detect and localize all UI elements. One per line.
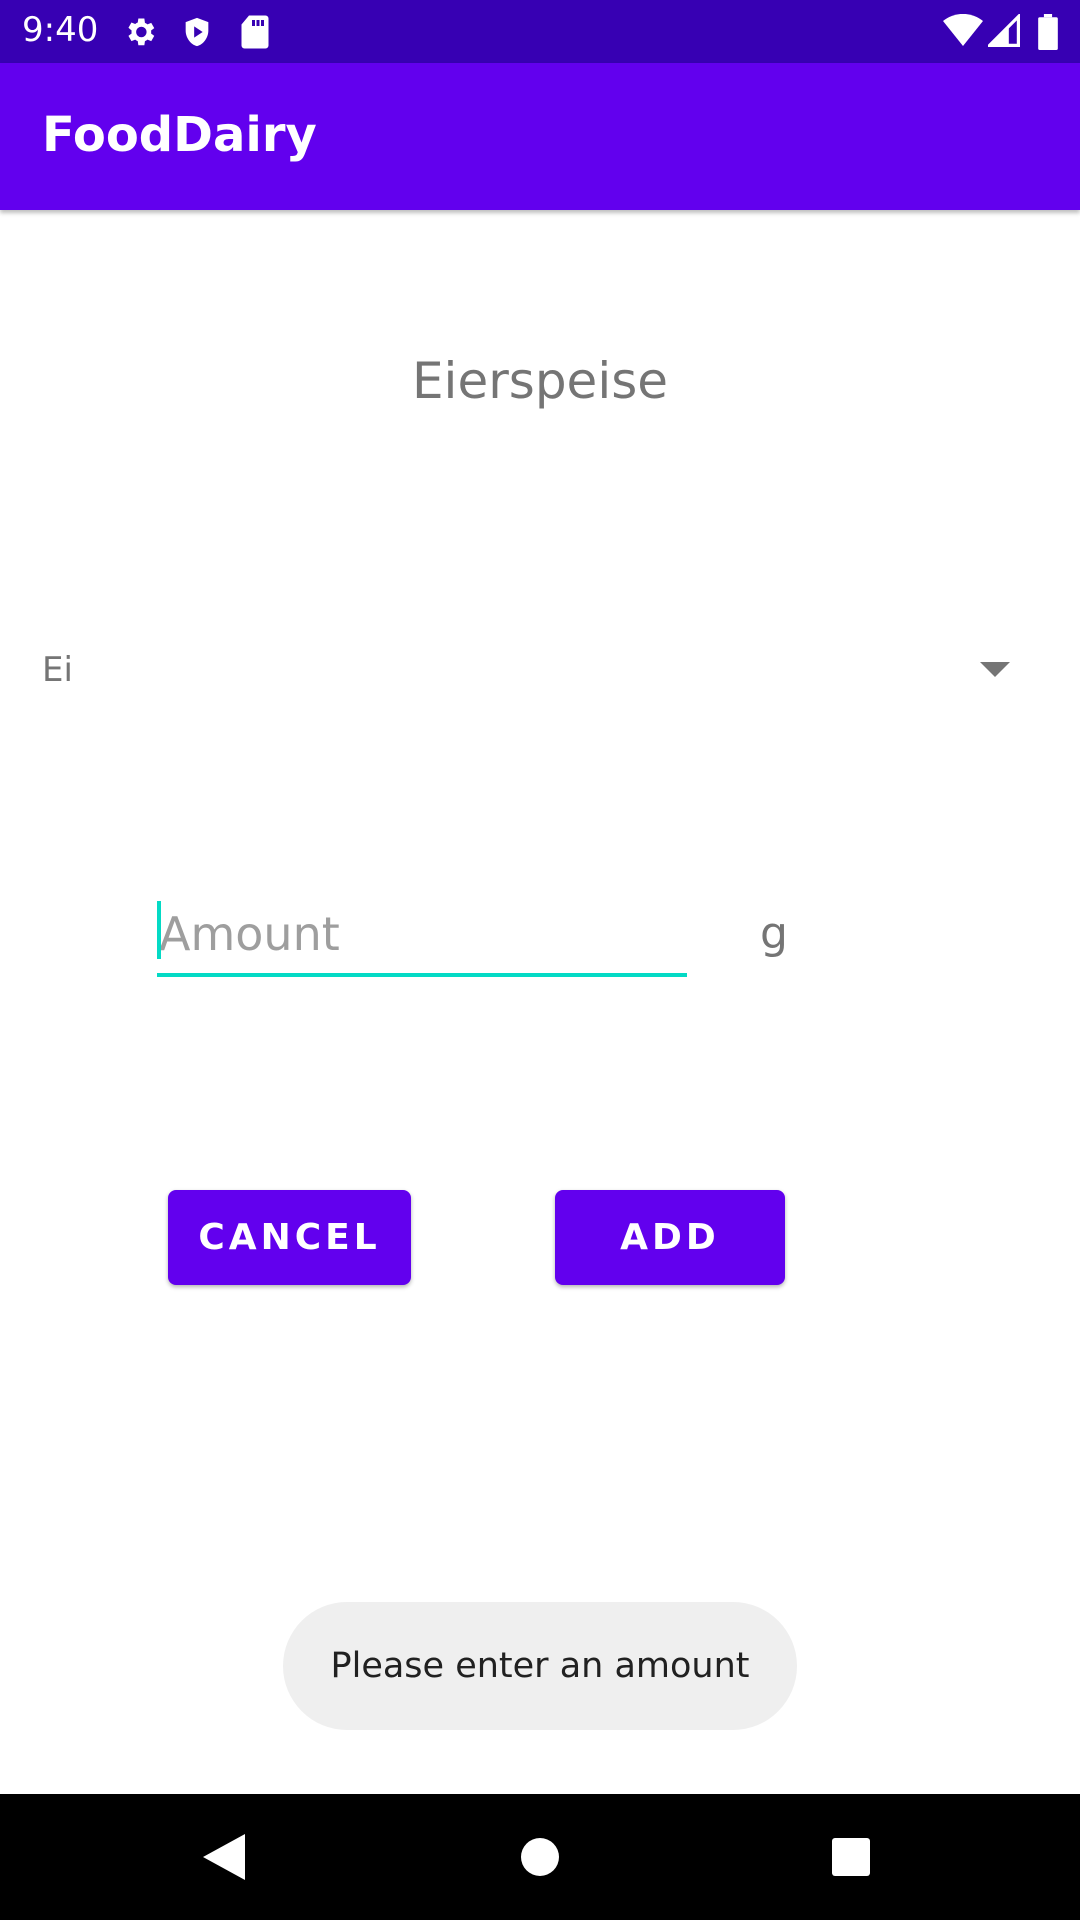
dropdown-arrow-icon bbox=[980, 662, 1010, 682]
back-icon[interactable] bbox=[203, 1834, 245, 1884]
shield-icon bbox=[180, 14, 214, 50]
amount-input[interactable] bbox=[157, 895, 687, 977]
battery-icon bbox=[1038, 14, 1058, 50]
wifi-icon bbox=[943, 14, 983, 48]
cell-signal-icon bbox=[988, 14, 1020, 48]
recents-icon[interactable] bbox=[830, 1834, 872, 1884]
amount-field bbox=[157, 895, 687, 977]
status-time: 9:40 bbox=[22, 10, 99, 50]
add-button[interactable]: ADD bbox=[555, 1190, 785, 1285]
status-bar: 9:40 bbox=[0, 0, 1080, 63]
spinner-selected-value: Ei bbox=[42, 650, 73, 690]
unit-label: g bbox=[760, 908, 788, 959]
home-icon[interactable] bbox=[520, 1834, 560, 1884]
ingredient-spinner[interactable]: Ei bbox=[42, 640, 1032, 700]
sd-card-icon bbox=[240, 14, 270, 50]
recipe-title: Eierspeise bbox=[411, 352, 669, 410]
navigation-bar bbox=[0, 1794, 1080, 1920]
settings-icon bbox=[122, 14, 158, 50]
app-title: FoodDairy bbox=[42, 107, 317, 163]
text-cursor bbox=[157, 901, 161, 959]
app-bar: FoodDairy bbox=[0, 63, 1080, 210]
toast-message: Please enter an amount bbox=[283, 1602, 797, 1730]
cancel-button[interactable]: CANCEL bbox=[168, 1190, 411, 1285]
